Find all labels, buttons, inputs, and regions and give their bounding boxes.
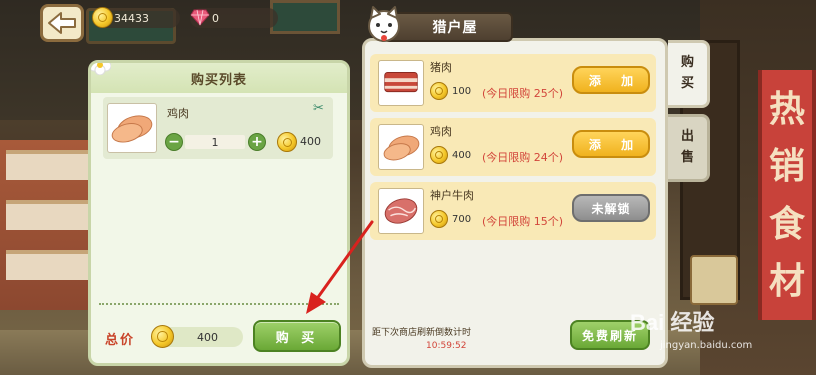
locked-button[interactable]: 未解锁 (572, 194, 650, 222)
coin-icon (430, 82, 448, 100)
cart-item-name: 鸡肉 (167, 107, 189, 120)
pork-meat-icon (384, 72, 418, 93)
quantity-field[interactable]: 1 (185, 135, 245, 149)
shop-item-price: 700 (452, 214, 472, 225)
refresh-countdown-timer: 10:59:52 (426, 341, 467, 351)
coin-icon (92, 7, 113, 28)
shop-item-row: 鸡肉 400 (今日限购 24个) 添 加 (370, 118, 656, 176)
cart-item-total: 400 (300, 135, 321, 148)
banner-char: 材 (768, 260, 805, 303)
pork-thumbnail (378, 60, 424, 106)
chicken-thumbnail (107, 103, 157, 153)
tab-sell[interactable]: 出售 (668, 114, 710, 182)
kobe-beef-thumbnail (378, 188, 424, 234)
quantity-increase-button[interactable]: + (248, 133, 266, 151)
tab-buy[interactable]: 购买 (668, 40, 710, 108)
coin-icon (430, 146, 448, 164)
cart-item: 鸡肉 ✂ − 1 + 400 (103, 97, 333, 159)
tab-buy-label: 购买 (680, 55, 694, 91)
gem-icon (190, 9, 210, 26)
lantern (690, 255, 738, 305)
back-button[interactable] (40, 4, 84, 42)
purchase-list-title: 购买列表 (91, 63, 347, 93)
watermark-url: jingyan.baidu.com (660, 340, 753, 351)
daily-limit: (今日限购 15个) (482, 215, 564, 228)
total-label: 总价 (105, 333, 136, 348)
gem-balance: 0 (190, 8, 278, 28)
meat-display-case (0, 140, 100, 310)
remove-item-icon[interactable]: ✂ (313, 102, 327, 115)
banner-char: 销 (768, 145, 805, 188)
chicken-meat-icon (111, 115, 153, 143)
baidu-watermark: Bai 经验 (630, 310, 715, 335)
shop-item-price: 400 (452, 150, 472, 161)
hot-sale-banner: 热 销 食 材 (758, 70, 816, 320)
shop-item-name: 鸡肉 (430, 125, 452, 138)
display-shelf (6, 200, 94, 230)
beef-meat-icon (384, 198, 418, 224)
display-shelf (6, 150, 94, 180)
banner-char: 食 (768, 202, 805, 245)
coin-icon (430, 210, 448, 228)
back-arrow-icon (48, 12, 76, 34)
add-chicken-button[interactable]: 添 加 (572, 130, 650, 158)
shop-item-name: 猪肉 (430, 61, 452, 74)
chicken-thumbnail (378, 124, 424, 170)
divider (99, 303, 339, 305)
daily-limit: (今日限购 25个) (482, 87, 564, 100)
menu-board (270, 0, 340, 34)
add-pork-button[interactable]: 添 加 (572, 66, 650, 94)
gem-count: 0 (212, 11, 219, 25)
display-shelf (6, 250, 94, 280)
shop-item-row: 神户牛肉 700 (今日限购 15个) 未解锁 (370, 182, 656, 240)
shop-item-row: 猪肉 100 (今日限购 25个) 添 加 (370, 54, 656, 112)
banner-char: 热 (768, 87, 805, 130)
quantity-decrease-button[interactable]: − (165, 133, 183, 151)
chicken-meat-icon (383, 135, 420, 161)
refresh-countdown-label: 距下次商店刷新倒数计时 (372, 328, 472, 338)
total-value: 400 (197, 331, 218, 344)
coin-count: 34433 (114, 11, 149, 25)
buy-button[interactable]: 购 买 (253, 320, 341, 352)
daily-limit: (今日限购 24个) (482, 151, 564, 164)
coin-balance: 34433 (92, 7, 180, 28)
coin-icon (277, 132, 297, 152)
purchase-list-panel: 购买列表 鸡肉 ✂ − 1 + 400 总价 400 购 买 (88, 60, 350, 366)
shop-item-price: 100 (452, 86, 472, 97)
coin-icon (151, 325, 174, 348)
tab-sell-label: 出售 (680, 129, 694, 165)
shop-item-name: 神户牛肉 (430, 189, 474, 202)
lucky-cat-icon (368, 6, 400, 42)
flower-icon (91, 63, 111, 75)
